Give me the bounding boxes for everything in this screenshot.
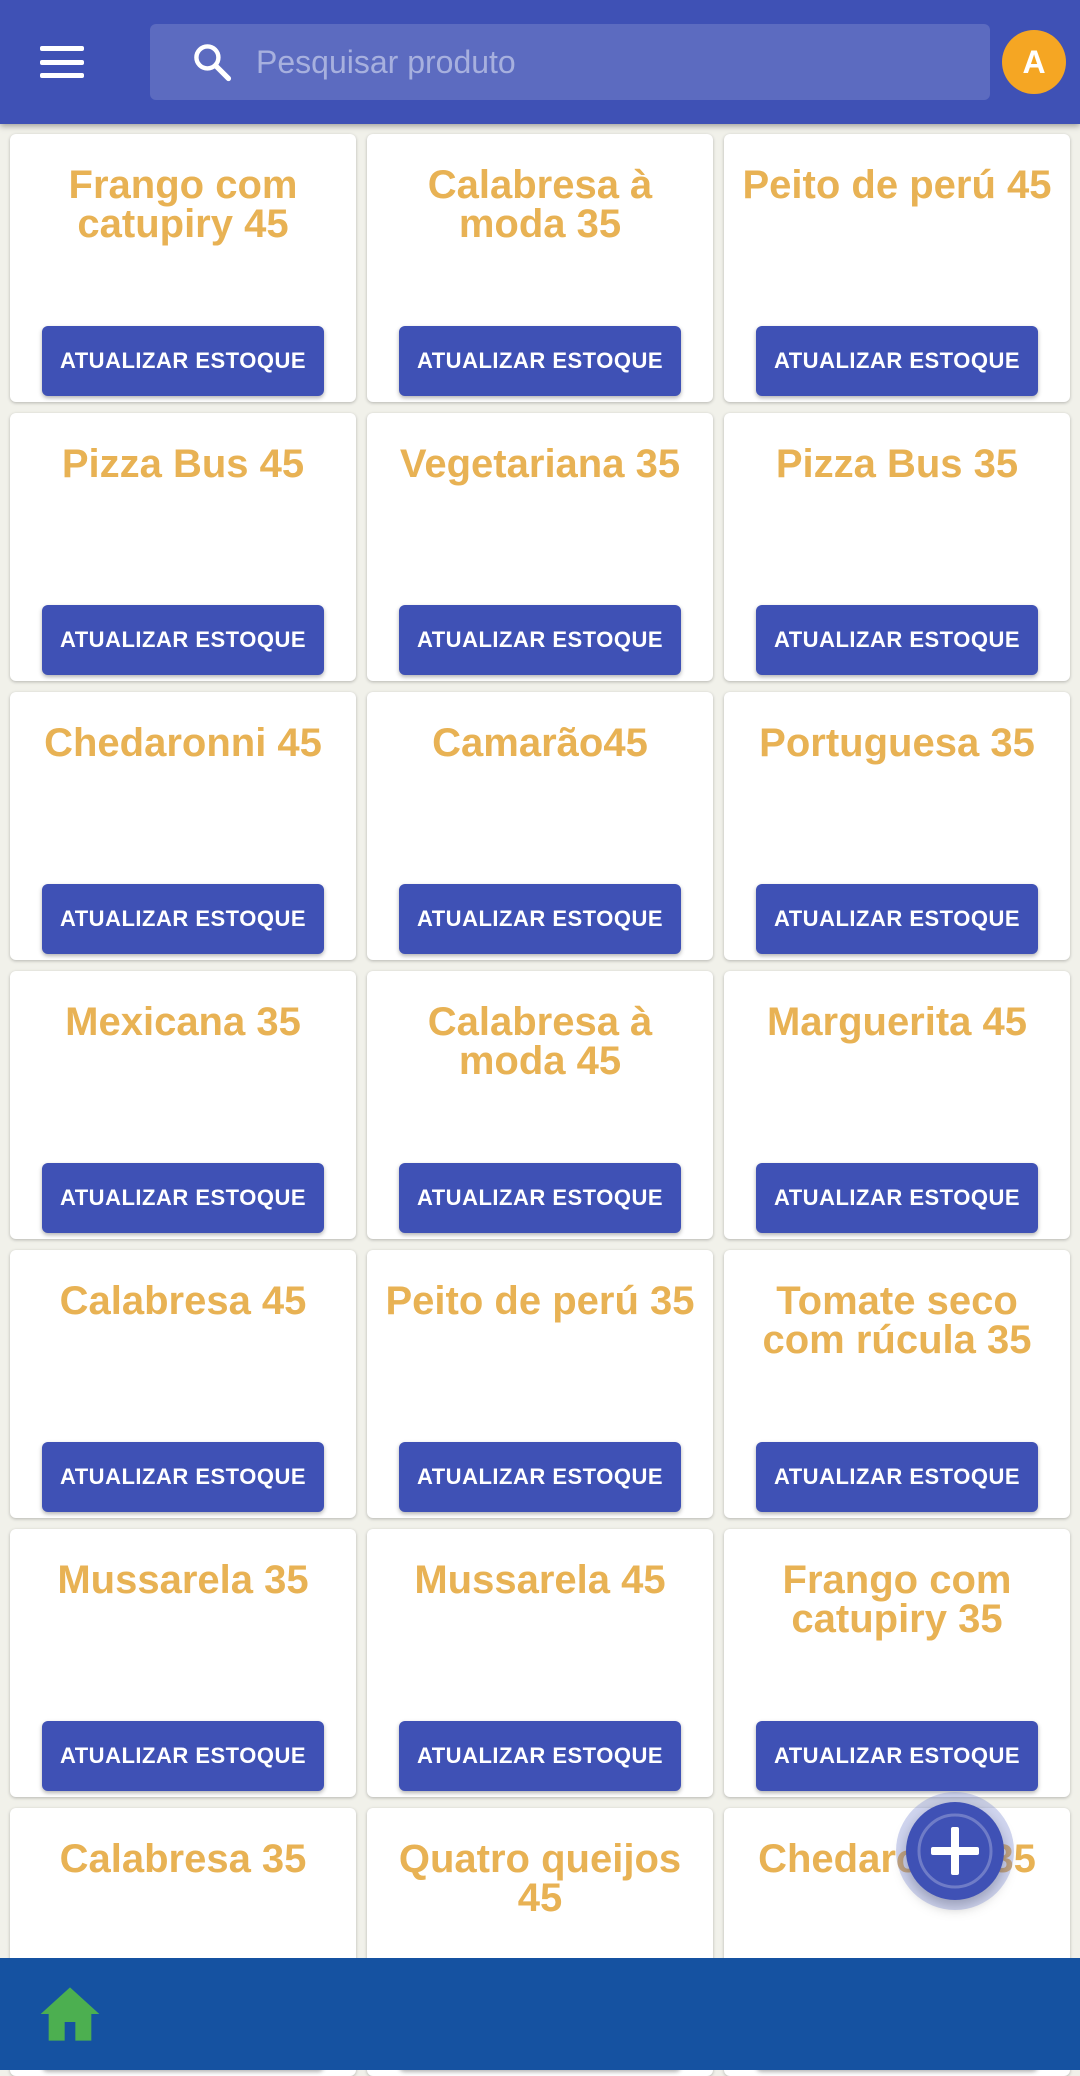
search-input[interactable]: Pesquisar produto: [150, 24, 990, 100]
product-name: Vegetariana 35: [399, 442, 681, 486]
update-stock-button[interactable]: ATUALIZAR ESTOQUE: [756, 1721, 1038, 1791]
product-card: Calabresa à moda 45 ATUALIZAR ESTOQUE: [367, 971, 713, 1239]
update-stock-button[interactable]: ATUALIZAR ESTOQUE: [399, 1721, 681, 1791]
product-name: Marguerita 45: [766, 1000, 1028, 1044]
product-name: Tomate seco com rúcula 35: [762, 1279, 1032, 1362]
product-name: Mussarela 45: [414, 1558, 666, 1602]
update-stock-button[interactable]: ATUALIZAR ESTOQUE: [42, 326, 324, 396]
product-card: Vegetariana 35 ATUALIZAR ESTOQUE: [367, 413, 713, 681]
update-stock-button[interactable]: ATUALIZAR ESTOQUE: [399, 1163, 681, 1233]
product-name: Pizza Bus 35: [775, 442, 1019, 486]
product-name: Portuguesa 35: [759, 721, 1035, 765]
update-stock-button[interactable]: ATUALIZAR ESTOQUE: [756, 884, 1038, 954]
update-stock-button[interactable]: ATUALIZAR ESTOQUE: [756, 1442, 1038, 1512]
product-card: Peito de perú 35 ATUALIZAR ESTOQUE: [367, 1250, 713, 1518]
product-name: Chedaronni 35: [758, 1837, 1036, 1881]
menu-icon-line: [40, 73, 84, 78]
add-product-button[interactable]: [906, 1802, 1004, 1900]
product-card: Pizza Bus 35 ATUALIZAR ESTOQUE: [724, 413, 1070, 681]
update-stock-button[interactable]: ATUALIZAR ESTOQUE: [399, 884, 681, 954]
home-icon[interactable]: [38, 1984, 102, 2044]
app-bar: Pesquisar produto A: [0, 0, 1080, 124]
update-stock-button[interactable]: ATUALIZAR ESTOQUE: [756, 1163, 1038, 1233]
update-stock-button[interactable]: ATUALIZAR ESTOQUE: [42, 605, 324, 675]
product-card: Mussarela 35 ATUALIZAR ESTOQUE: [10, 1529, 356, 1797]
update-stock-button[interactable]: ATUALIZAR ESTOQUE: [399, 326, 681, 396]
update-stock-button[interactable]: ATUALIZAR ESTOQUE: [399, 605, 681, 675]
product-name: Camarão45: [432, 721, 648, 765]
product-card: Calabresa à moda 35 ATUALIZAR ESTOQUE: [367, 134, 713, 402]
product-name: Peito de perú 45: [742, 163, 1052, 207]
product-card: Portuguesa 35 ATUALIZAR ESTOQUE: [724, 692, 1070, 960]
avatar[interactable]: A: [1002, 30, 1066, 94]
plus-icon: [917, 1813, 993, 1889]
product-card: Frango com catupiry 45 ATUALIZAR ESTOQUE: [10, 134, 356, 402]
product-card: Mexicana 35 ATUALIZAR ESTOQUE: [10, 971, 356, 1239]
menu-icon[interactable]: [36, 40, 88, 84]
product-name: Chedaronni 45: [44, 721, 322, 765]
search-placeholder: Pesquisar produto: [256, 44, 516, 80]
update-stock-button[interactable]: ATUALIZAR ESTOQUE: [42, 1721, 324, 1791]
product-grid: Frango com catupiry 45 ATUALIZAR ESTOQUE C…: [10, 134, 1070, 2076]
menu-icon-line: [40, 46, 84, 51]
product-card: Pizza Bus 45 ATUALIZAR ESTOQUE: [10, 413, 356, 681]
bottom-navigation: [0, 1958, 1080, 2070]
update-stock-button[interactable]: ATUALIZAR ESTOQUE: [756, 326, 1038, 396]
product-card: Peito de perú 45 ATUALIZAR ESTOQUE: [724, 134, 1070, 402]
update-stock-button[interactable]: ATUALIZAR ESTOQUE: [399, 1442, 681, 1512]
product-card: Frango com catupiry 35 ATUALIZAR ESTOQUE: [724, 1529, 1070, 1797]
product-card: Chedaronni 45 ATUALIZAR ESTOQUE: [10, 692, 356, 960]
product-name: Calabresa 45: [59, 1279, 307, 1323]
product-name: Mexicana 35: [65, 1000, 301, 1044]
product-name: Peito de perú 35: [385, 1279, 695, 1323]
product-name: Quatro queijos 45: [398, 1837, 682, 1920]
product-name: Pizza Bus 45: [61, 442, 305, 486]
update-stock-button[interactable]: ATUALIZAR ESTOQUE: [42, 884, 324, 954]
product-card: Calabresa 45 ATUALIZAR ESTOQUE: [10, 1250, 356, 1518]
update-stock-button[interactable]: ATUALIZAR ESTOQUE: [756, 605, 1038, 675]
product-name: Calabresa 35: [59, 1837, 307, 1881]
product-card: Mussarela 45 ATUALIZAR ESTOQUE: [367, 1529, 713, 1797]
product-card: Tomate seco com rúcula 35 ATUALIZAR ESTOQ…: [724, 1250, 1070, 1518]
product-name: Calabresa à moda 45: [427, 1000, 653, 1083]
product-name: Calabresa à moda 35: [427, 163, 653, 246]
menu-icon-line: [40, 59, 84, 65]
product-name: Frango com catupiry 35: [782, 1558, 1012, 1641]
product-card: Marguerita 45 ATUALIZAR ESTOQUE: [724, 971, 1070, 1239]
product-name: Mussarela 35: [57, 1558, 309, 1602]
update-stock-button[interactable]: ATUALIZAR ESTOQUE: [42, 1163, 324, 1233]
product-card: Camarão45 ATUALIZAR ESTOQUE: [367, 692, 713, 960]
product-name: Frango com catupiry 45: [68, 163, 298, 246]
search-icon: [194, 44, 232, 82]
update-stock-button[interactable]: ATUALIZAR ESTOQUE: [42, 1442, 324, 1512]
